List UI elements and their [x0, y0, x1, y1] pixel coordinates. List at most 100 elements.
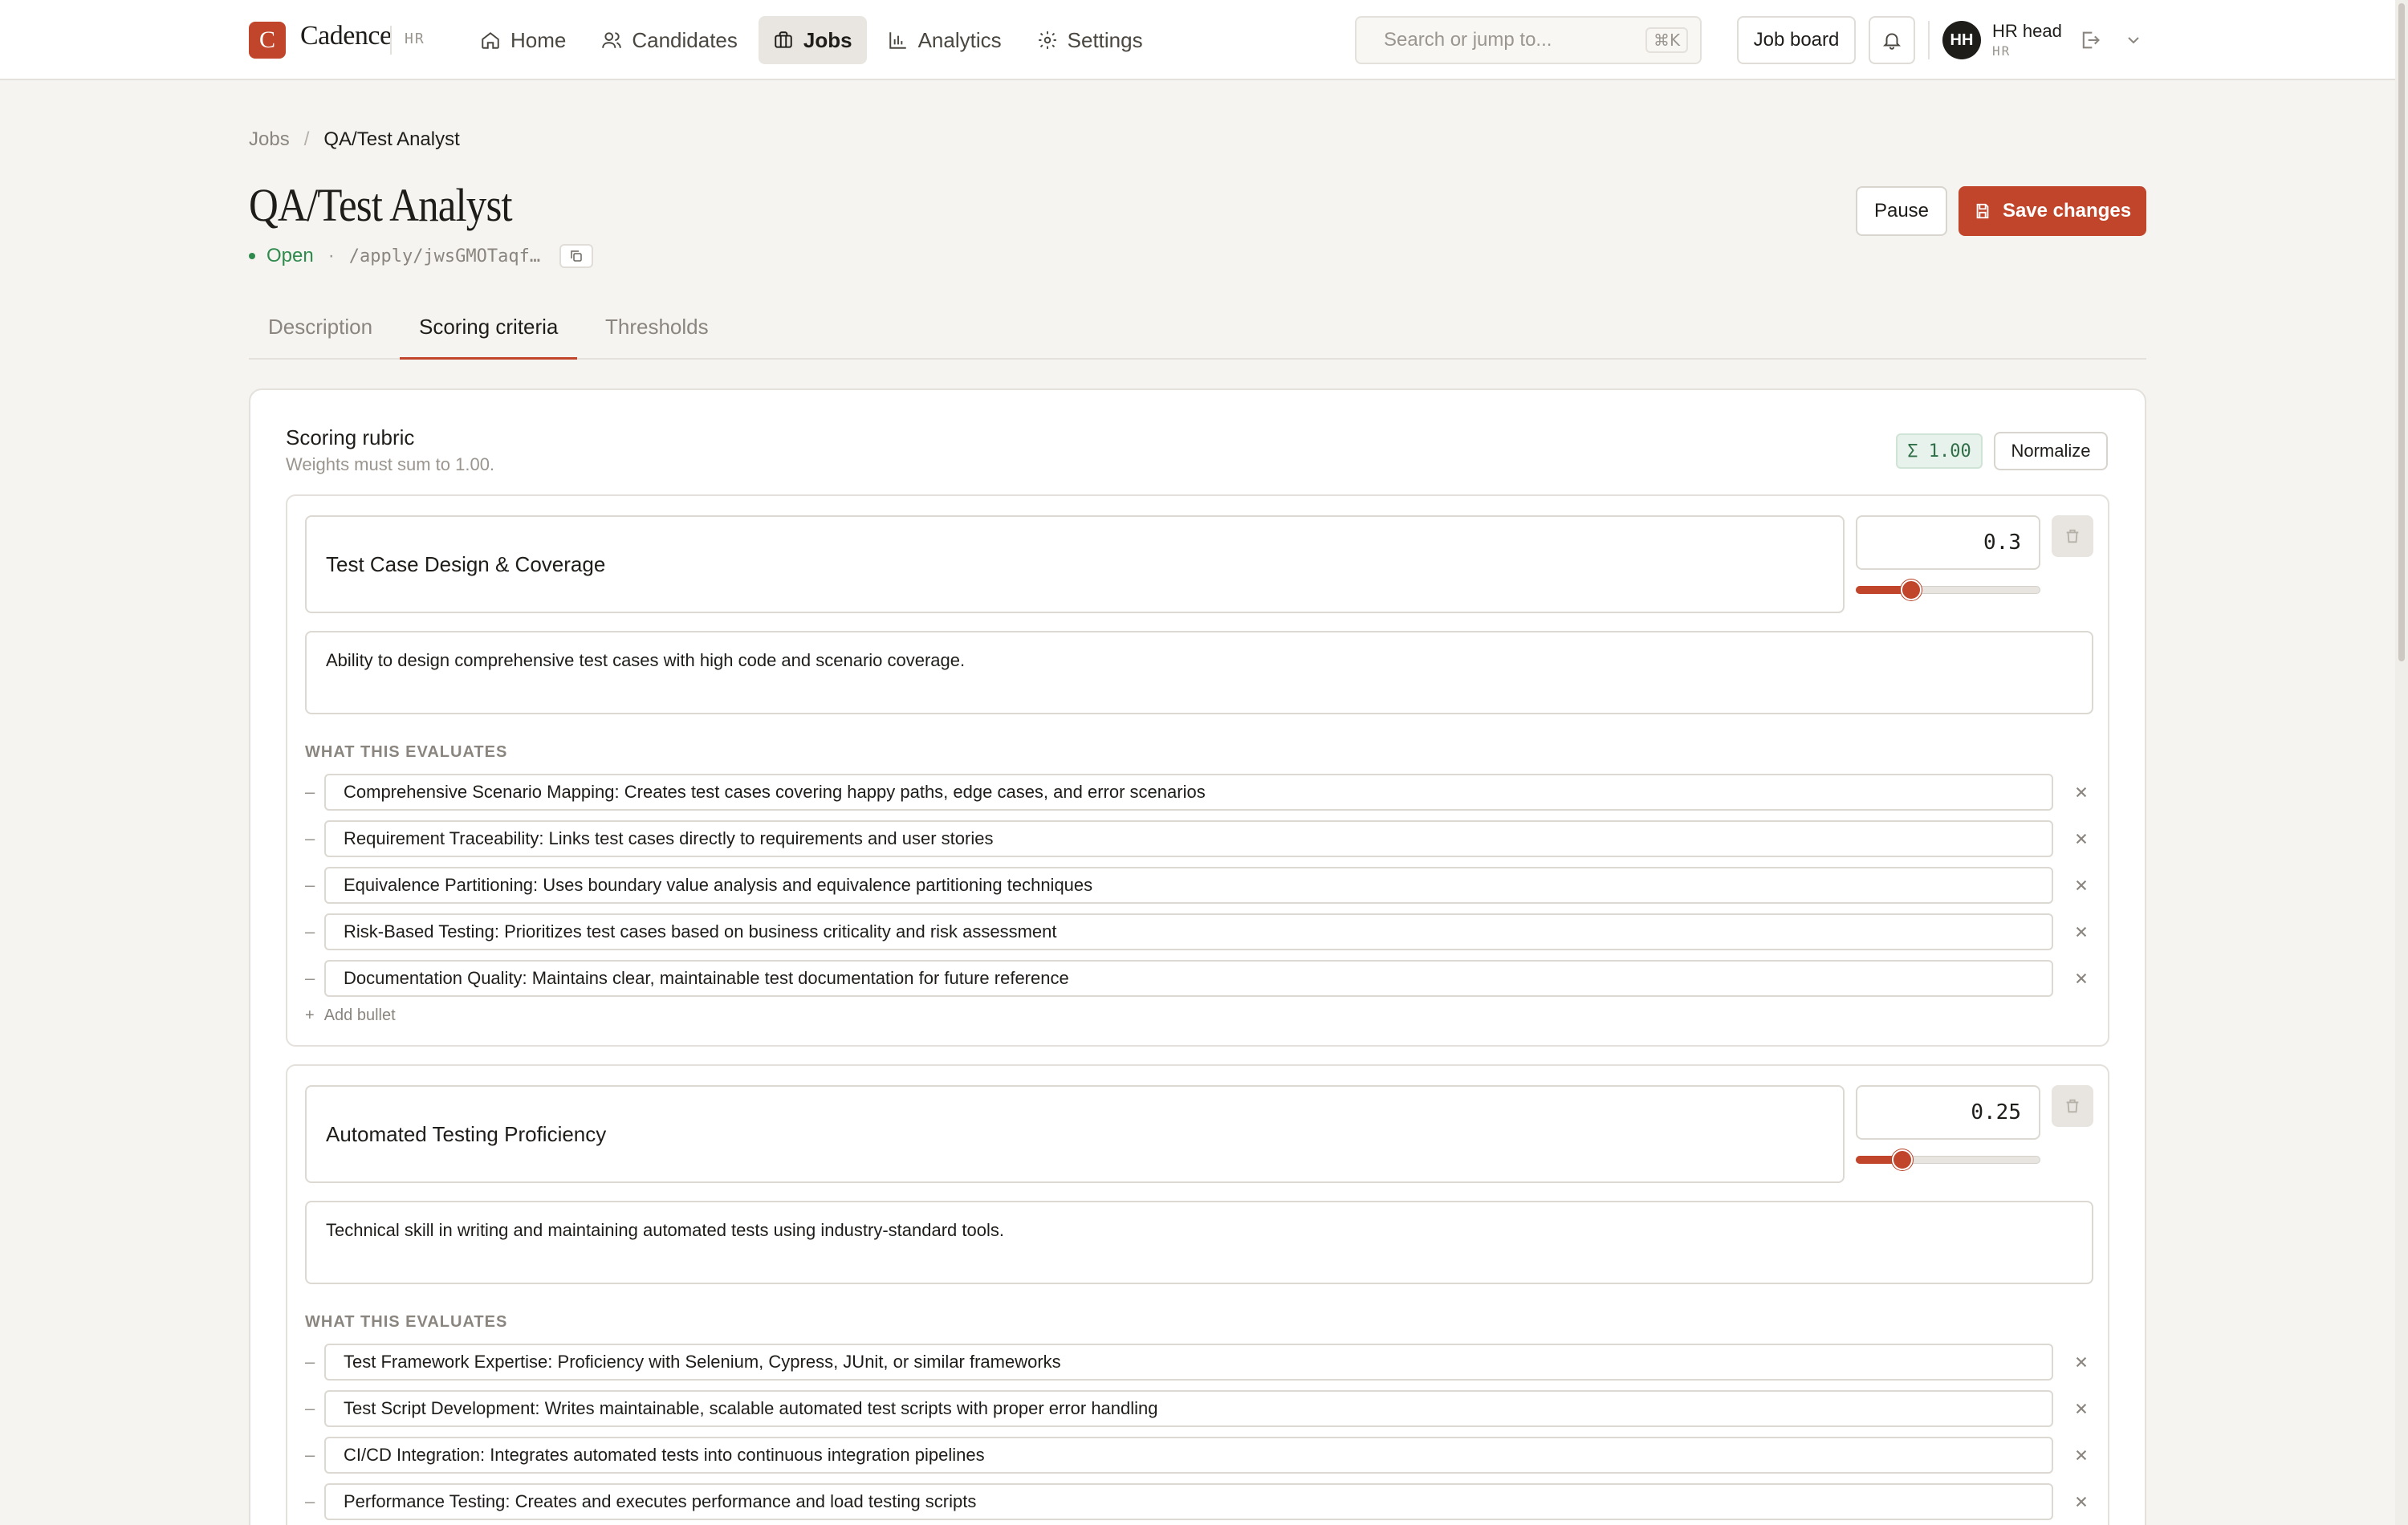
bullet-dash: –	[305, 828, 315, 848]
rubric-subtitle: Weights must sum to 1.00.	[286, 454, 495, 474]
slider-handle[interactable]	[1901, 580, 1922, 600]
status-separator: ·	[327, 245, 335, 266]
bullet-input[interactable]: CI/CD Integration: Integrates automated …	[324, 1437, 2053, 1474]
breadcrumb-separator: /	[303, 128, 310, 150]
job-status-row: Open · /apply/jwsGMOTaqf…	[249, 244, 594, 268]
gear-icon	[1038, 31, 1056, 49]
avatar[interactable]: HH	[1942, 21, 1981, 59]
criterion-card: Test Case Design & Coverage 0.3 Ability …	[286, 494, 2109, 1047]
top-navigation-bar: C Cadence HR Home Candidates Jobs Analyt…	[0, 0, 2395, 80]
close-icon[interactable]	[2071, 828, 2092, 849]
close-icon[interactable]	[2071, 968, 2092, 989]
list-item: – Risk-Based Testing: Prioritizes test c…	[305, 913, 2093, 950]
delete-criterion-button[interactable]	[2052, 515, 2093, 557]
search-input[interactable]	[1384, 29, 1633, 51]
tab-scoring-criteria[interactable]: Scoring criteria	[400, 315, 578, 360]
close-icon[interactable]	[2071, 875, 2092, 896]
bullet-dash: –	[305, 875, 315, 895]
criterion-card: Automated Testing Proficiency 0.25 Techn…	[286, 1064, 2109, 1525]
nav-label: Home	[510, 27, 567, 52]
search-shortcut-hint: ⌘K	[1645, 27, 1689, 53]
user-role: HR	[1992, 43, 2011, 59]
bell-icon	[1882, 33, 1902, 50]
home-icon	[482, 32, 499, 49]
copy-icon	[571, 250, 582, 262]
breadcrumb: Jobs / QA/Test Analyst	[249, 128, 460, 151]
tab-thresholds[interactable]: Thresholds	[586, 315, 728, 360]
pause-button[interactable]: Pause	[1856, 186, 1947, 236]
close-icon[interactable]	[2071, 1352, 2092, 1372]
list-item: – Test Script Development: Writes mainta…	[305, 1390, 2093, 1427]
bullet-input[interactable]: Test Script Development: Writes maintain…	[324, 1390, 2053, 1427]
nav-item-jobs[interactable]: Jobs	[758, 16, 867, 64]
criterion-weight-slider[interactable]	[1856, 580, 2040, 600]
list-item: – Test Framework Expertise: Proficiency …	[305, 1344, 2093, 1381]
plus-icon: +	[305, 1007, 315, 1024]
evaluates-label: WHAT THIS EVALUATES	[305, 743, 508, 761]
close-icon[interactable]	[2071, 782, 2092, 803]
slider-handle[interactable]	[1892, 1149, 1913, 1170]
evaluates-label: WHAT THIS EVALUATES	[305, 1313, 508, 1331]
criterion-weight-slider[interactable]	[1856, 1149, 2040, 1170]
close-icon[interactable]	[2071, 1398, 2092, 1419]
nav-item-home[interactable]: Home	[466, 16, 580, 64]
tab-description[interactable]: Description	[249, 315, 392, 360]
delete-criterion-button[interactable]	[2052, 1085, 2093, 1127]
close-icon[interactable]	[2071, 1491, 2092, 1512]
bullet-dash: –	[305, 921, 315, 941]
user-name: HR head	[1992, 21, 2062, 41]
chevron-down-icon[interactable]	[2124, 31, 2143, 50]
users-icon	[602, 32, 622, 48]
criterion-description-input[interactable]: Technical skill in writing and maintaini…	[305, 1201, 2093, 1284]
notifications-button[interactable]	[1869, 16, 1915, 64]
topbar-divider	[1928, 21, 1930, 59]
bullet-dash: –	[305, 1352, 315, 1372]
list-item: – Performance Testing: Creates and execu…	[305, 1483, 2093, 1520]
nav-item-candidates[interactable]: Candidates	[587, 16, 752, 64]
bullet-input[interactable]: Test Framework Expertise: Proficiency wi…	[324, 1344, 2053, 1381]
save-changes-button[interactable]: Save changes	[1959, 186, 2146, 236]
app-section-label: HR	[405, 31, 425, 47]
criterion-weight-input[interactable]: 0.3	[1856, 515, 2040, 570]
copy-link-button[interactable]	[559, 244, 594, 268]
normalize-button[interactable]: Normalize	[1994, 432, 2108, 470]
criterion-weight-input[interactable]: 0.25	[1856, 1085, 2040, 1140]
job-tabs: Description Scoring criteria Thresholds	[249, 299, 2146, 360]
bullet-input[interactable]: Documentation Quality: Maintains clear, …	[324, 960, 2053, 997]
nav-label: Analytics	[917, 27, 1002, 52]
criterion-name-input[interactable]: Automated Testing Proficiency	[305, 1085, 1845, 1183]
close-icon[interactable]	[2071, 1445, 2092, 1466]
add-bullet-label: Add bullet	[323, 1007, 396, 1024]
job-board-button[interactable]: Job board	[1737, 16, 1856, 64]
page-title: QA/Test Analyst	[249, 179, 513, 231]
app-name[interactable]: Cadence	[300, 21, 392, 51]
add-bullet-button[interactable]: + Add bullet	[305, 1007, 396, 1025]
bullet-input[interactable]: Equivalence Partitioning: Uses boundary …	[324, 867, 2053, 904]
page-scrollbar-thumb[interactable]	[2398, 3, 2405, 661]
bullet-dash: –	[305, 1491, 315, 1511]
bullet-input[interactable]: Risk-Based Testing: Prioritizes test cas…	[324, 913, 2053, 950]
app-logo[interactable]: C	[249, 22, 286, 59]
list-item: – Comprehensive Scenario Mapping: Create…	[305, 774, 2093, 811]
logout-icon[interactable]	[2079, 29, 2101, 51]
criterion-description-input[interactable]: Ability to design comprehensive test cas…	[305, 631, 2093, 714]
bullet-dash: –	[305, 782, 315, 802]
nav-item-analytics[interactable]: Analytics	[873, 16, 1016, 64]
save-icon	[1976, 203, 1989, 219]
bullet-input[interactable]: Performance Testing: Creates and execute…	[324, 1483, 2053, 1520]
bullet-input[interactable]: Requirement Traceability: Links test cas…	[324, 820, 2053, 857]
save-label: Save changes	[2002, 200, 2132, 222]
criterion-name-input[interactable]: Test Case Design & Coverage	[305, 515, 1845, 613]
bullet-dash: –	[305, 1445, 315, 1465]
close-icon[interactable]	[2071, 921, 2092, 942]
nav-label: Settings	[1067, 27, 1143, 52]
breadcrumb-current: QA/Test Analyst	[323, 128, 460, 150]
nav-item-settings[interactable]: Settings	[1023, 16, 1157, 64]
logo-letter: C	[258, 26, 275, 53]
search-bar[interactable]: ⌘K	[1355, 16, 1702, 64]
list-item: – Requirement Traceability: Links test c…	[305, 820, 2093, 857]
breadcrumb-jobs-link[interactable]: Jobs	[249, 128, 290, 151]
trash-icon	[2066, 1099, 2079, 1113]
bullet-input[interactable]: Comprehensive Scenario Mapping: Creates …	[324, 774, 2053, 811]
apply-link[interactable]: /apply/jwsGMOTaqf…	[349, 246, 540, 266]
